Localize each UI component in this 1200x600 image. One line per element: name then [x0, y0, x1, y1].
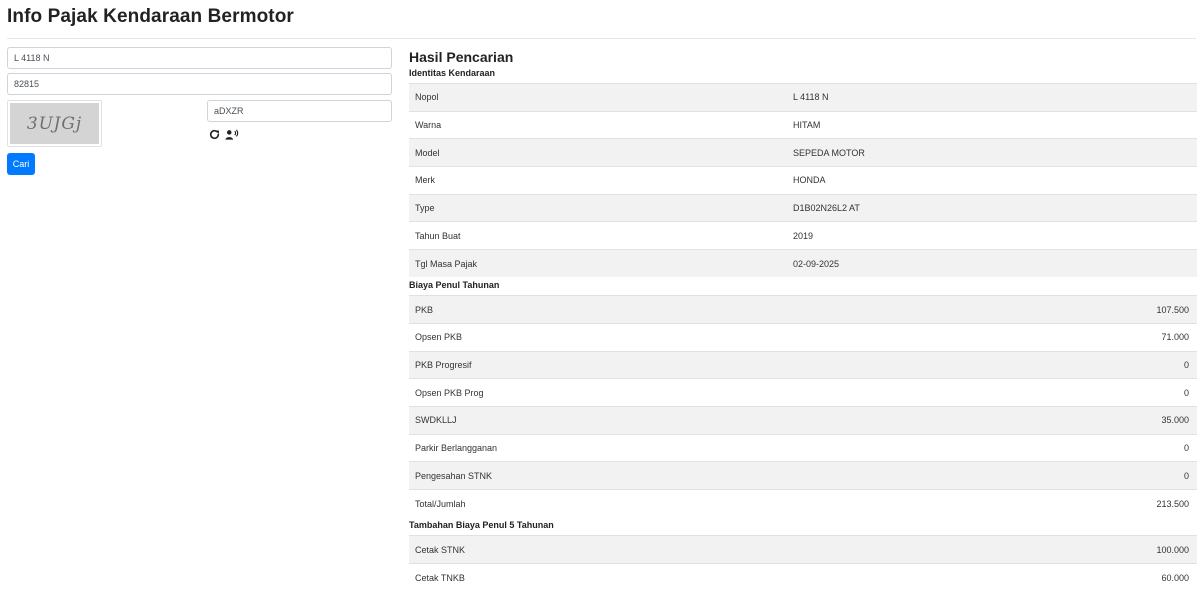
table-row: Merk HONDA: [409, 166, 1197, 195]
row-label: Nopol: [409, 83, 787, 112]
table-row: Warna HITAM: [409, 110, 1197, 139]
refresh-icon[interactable]: [209, 127, 220, 140]
biaya-title: Biaya Penul Tahunan: [409, 280, 500, 291]
kode-input[interactable]: [7, 73, 392, 95]
table-row: Opsen PKB 71.000: [409, 323, 1197, 352]
cari-button[interactable]: Cari: [7, 153, 35, 175]
tambahan-table: Cetak STNK 100.000 Cetak TNKB 60.000: [409, 535, 1197, 592]
row-value: 0: [936, 433, 1197, 462]
table-row: Pengesahan STNK 0: [409, 461, 1197, 490]
table-row-total: Total/Jumlah 213.500: [409, 489, 1197, 518]
tambahan-title: Tambahan Biaya Penul 5 Tahunan: [409, 520, 554, 531]
row-value: 71.000: [936, 323, 1197, 352]
captcha-box: 3UJGj: [7, 100, 102, 147]
row-label: Model: [409, 138, 787, 167]
results-title: Hasil Pencarian: [409, 49, 514, 65]
captcha-input[interactable]: [207, 100, 392, 122]
captcha-text: 3UJGj: [26, 113, 83, 134]
row-label: PKB Progresif: [409, 350, 937, 379]
row-label: PKB: [409, 295, 937, 324]
captcha-image: 3UJGj: [10, 103, 99, 144]
row-value: 0: [936, 350, 1197, 379]
table-row: SWDKLLJ 35.000: [409, 406, 1197, 435]
row-value: 2019: [787, 221, 1197, 250]
row-value: 02-09-2025: [787, 249, 1197, 278]
table-row: Type D1B02N26L2 AT: [409, 193, 1197, 222]
row-value: L 4118 N: [787, 83, 1197, 112]
audio-captcha-icon[interactable]: [225, 127, 239, 140]
nopol-input[interactable]: [7, 47, 392, 69]
row-label: SWDKLLJ: [409, 406, 937, 435]
page-title: Info Pajak Kendaraan Bermotor: [7, 6, 294, 27]
row-label: Cetak STNK: [409, 535, 860, 564]
table-row: Model SEPEDA MOTOR: [409, 138, 1197, 167]
results-panel: Hasil Pencarian Identitas Kendaraan Nopo…: [409, 49, 1197, 592]
row-label: Opsen PKB: [409, 323, 937, 352]
table-row: Cetak STNK 100.000: [409, 535, 1197, 564]
row-value: HITAM: [787, 110, 1197, 139]
row-value: 213.500: [936, 489, 1197, 518]
table-row: PKB Progresif 0: [409, 350, 1197, 379]
row-value: 107.500: [936, 295, 1197, 324]
row-value: 60.000: [859, 563, 1197, 592]
row-label: Tgl Masa Pajak: [409, 249, 787, 278]
row-label: Opsen PKB Prog: [409, 378, 937, 407]
table-row: Tahun Buat 2019: [409, 221, 1197, 250]
captcha-tools: [209, 127, 239, 140]
identitas-title: Identitas Kendaraan: [409, 68, 496, 78]
row-value: 100.000: [859, 535, 1197, 564]
row-value: D1B02N26L2 AT: [787, 193, 1197, 222]
row-label: Cetak TNKB: [409, 563, 860, 592]
row-label: Merk: [409, 166, 787, 195]
biaya-table: PKB 107.500 Opsen PKB 71.000 PKB Progresif…: [409, 295, 1197, 518]
table-row: Opsen PKB Prog 0: [409, 378, 1197, 407]
row-label: Parkir Berlangganan: [409, 433, 937, 462]
table-row: Nopol L 4118 N: [409, 83, 1197, 112]
row-label: Total/Jumlah: [409, 489, 937, 518]
row-value: 0: [936, 378, 1197, 407]
row-value: HONDA: [787, 166, 1197, 195]
row-label: Tahun Buat: [409, 221, 787, 250]
table-row: Tgl Masa Pajak 02-09-2025: [409, 249, 1197, 278]
row-label: Pengesahan STNK: [409, 461, 937, 490]
identitas-table: Nopol L 4118 N Warna HITAM Model SEPEDA MOT…: [409, 83, 1197, 278]
title-divider: [7, 38, 1196, 39]
table-row: Parkir Berlangganan 0: [409, 433, 1197, 462]
table-row: Cetak TNKB 60.000: [409, 563, 1197, 592]
row-label: Type: [409, 193, 787, 222]
row-value: 0: [936, 461, 1197, 490]
row-label: Warna: [409, 110, 787, 139]
row-value: SEPEDA MOTOR: [787, 138, 1197, 167]
row-value: 35.000: [936, 406, 1197, 435]
table-row: PKB 107.500: [409, 295, 1197, 324]
